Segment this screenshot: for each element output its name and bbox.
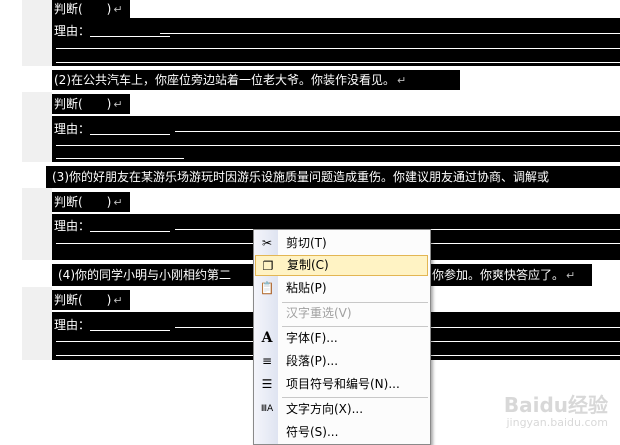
q4-title-start[interactable]: (4)你的同学小明与小刚相约第二 bbox=[58, 266, 231, 284]
context-menu: ✂ 剪切(T) ❐ 复制(C) 📋 粘贴(P) 汉字重选(V) A 字体(F).… bbox=[253, 229, 431, 445]
q3-judge-line[interactable]: 判断( ) ↵ bbox=[54, 193, 123, 211]
answer-blank bbox=[90, 124, 171, 135]
reason-text: 理由： bbox=[54, 24, 91, 38]
q4-reason-line[interactable]: 理由： bbox=[54, 316, 171, 334]
bullets-icon: ☰ bbox=[261, 377, 273, 391]
margin-block bbox=[22, 92, 52, 162]
judge-text: 判断( ) bbox=[54, 2, 112, 16]
underline bbox=[160, 33, 620, 34]
q2-title[interactable]: (2)在公共汽车上，你座位旁边站着一位老大爷。你装作没看见。 ↵ bbox=[54, 71, 406, 89]
baidu-watermark: Baidu经验 jingyan.baidu.com bbox=[504, 389, 608, 429]
text-direction-icon: ⅢA bbox=[260, 404, 274, 414]
question-text: (3)你的好朋友在某游乐场游玩时因游乐设施质量问题造成重伤。你建议朋友通过协商、… bbox=[52, 170, 550, 184]
underline bbox=[56, 62, 620, 63]
underline bbox=[56, 145, 620, 146]
paragraph-mark: ↵ bbox=[397, 74, 407, 87]
menu-item-label: 字体(F)... bbox=[286, 331, 338, 345]
q2-reason-line[interactable]: 理由： bbox=[54, 120, 171, 138]
menu-item-font[interactable]: A 字体(F)... bbox=[255, 328, 428, 349]
reason-text: 理由： bbox=[54, 219, 91, 233]
paragraph-mark: ↵ bbox=[113, 98, 123, 111]
paragraph-mark: ↵ bbox=[113, 294, 123, 307]
paragraph-mark: ↵ bbox=[566, 269, 576, 282]
menu-item-label: 项目符号和编号(N)... bbox=[286, 377, 400, 391]
menu-item-label: 汉字重选(V) bbox=[286, 306, 352, 320]
q3-reason-line[interactable]: 理由： bbox=[54, 217, 171, 235]
reason-text: 理由： bbox=[54, 318, 91, 332]
q1-judge-line[interactable]: 判断( ) ↵ bbox=[54, 0, 123, 18]
menu-item-label: 文字方向(X)... bbox=[286, 402, 364, 416]
document-page[interactable]: 判断( ) ↵ 理由： (2)在公共汽车上，你座位旁边站着一位老大爷。你装作没看见… bbox=[0, 0, 620, 445]
question-text: (2)在公共汽车上，你座位旁边站着一位老大爷。你装作没看见。 bbox=[54, 73, 396, 87]
menu-item-paste[interactable]: 📋 粘贴(P) bbox=[255, 278, 428, 299]
judge-text: 判断( ) bbox=[54, 97, 112, 111]
underline bbox=[175, 131, 620, 132]
paragraph-mark: ↵ bbox=[113, 3, 123, 16]
q3-title[interactable]: (3)你的好朋友在某游乐场游玩时因游乐设施质量问题造成重伤。你建议朋友通过协商、… bbox=[52, 168, 549, 186]
question-text: (4)你的同学小明与小刚相约第二 bbox=[58, 268, 231, 282]
menu-item-label: 符号(S)... bbox=[286, 425, 339, 439]
margin-block bbox=[22, 287, 52, 360]
menu-item-label: 段落(P)... bbox=[286, 354, 339, 368]
watermark-brand: Baidu经验 bbox=[503, 393, 608, 417]
menu-item-reconvert: 汉字重选(V) bbox=[255, 303, 428, 324]
q4-judge-line[interactable]: 判断( ) ↵ bbox=[54, 291, 123, 309]
q4-title-end[interactable]: 你参加。你爽快答应了。 ↵ bbox=[432, 266, 575, 284]
menu-item-text-direction[interactable]: ⅢA 文字方向(X)... bbox=[255, 399, 428, 420]
answer-blank bbox=[90, 221, 171, 232]
paragraph-icon: ≡ bbox=[261, 354, 273, 368]
menu-item-bullets-numbering[interactable]: ☰ 项目符号和编号(N)... bbox=[255, 374, 428, 395]
menu-item-paragraph[interactable]: ≡ 段落(P)... bbox=[255, 351, 428, 372]
menu-item-label: 粘贴(P) bbox=[286, 281, 327, 295]
menu-item-cut[interactable]: ✂ 剪切(T) bbox=[255, 233, 428, 254]
menu-separator bbox=[282, 397, 428, 398]
judge-text: 判断( ) bbox=[54, 195, 112, 209]
copy-icon: ❐ bbox=[262, 259, 274, 273]
margin-block bbox=[22, 0, 52, 66]
paste-icon: 📋 bbox=[259, 281, 275, 295]
margin-block bbox=[22, 188, 52, 260]
reason-text: 理由： bbox=[54, 122, 91, 136]
answer-blank bbox=[90, 320, 171, 331]
underline bbox=[56, 48, 620, 49]
menu-item-symbol[interactable]: 符号(S)... bbox=[255, 422, 428, 443]
question-text: 你参加。你爽快答应了。 bbox=[432, 268, 565, 282]
menu-item-label: 剪切(T) bbox=[286, 236, 327, 250]
q1-reason-line[interactable]: 理由： bbox=[54, 22, 171, 40]
font-icon: A bbox=[261, 330, 273, 346]
q2-judge-line[interactable]: 判断( ) ↵ bbox=[54, 95, 123, 113]
answer-blank bbox=[90, 26, 171, 37]
scissors-icon: ✂ bbox=[261, 236, 273, 250]
watermark-sub: jingyan.baidu.com bbox=[506, 416, 608, 429]
menu-item-label: 复制(C) bbox=[287, 258, 329, 272]
judge-text: 判断( ) bbox=[54, 293, 112, 307]
underline bbox=[56, 158, 184, 159]
paragraph-mark: ↵ bbox=[113, 196, 123, 209]
menu-separator bbox=[282, 326, 428, 327]
menu-item-copy[interactable]: ❐ 复制(C) bbox=[255, 255, 428, 276]
